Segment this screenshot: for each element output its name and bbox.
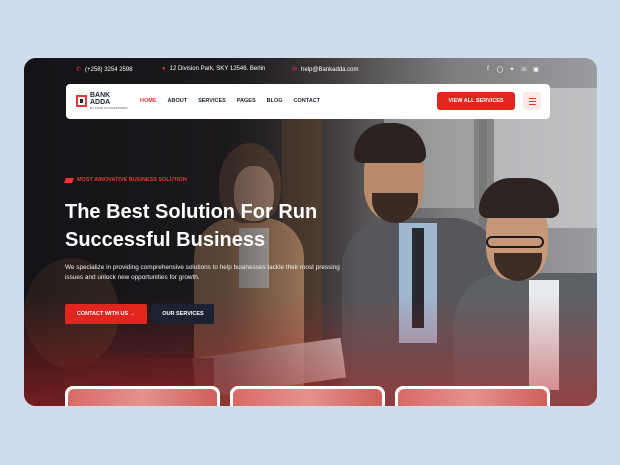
- nav-item-blog[interactable]: BLOG: [267, 98, 283, 104]
- email-info[interactable]: ✉ help@Bankadda.com: [292, 66, 359, 74]
- service-card[interactable]: [395, 386, 550, 406]
- hamburger-menu-button[interactable]: [523, 92, 541, 110]
- address-info: ● 12 Division Park, SKY 12546. Berlin: [162, 66, 265, 72]
- hamburger-line-icon: [528, 103, 536, 105]
- phone-text: (+258) 3254 2598: [85, 66, 133, 73]
- linkedin-icon[interactable]: ▣: [533, 66, 539, 73]
- nav-item-home[interactable]: HOME: [140, 98, 157, 104]
- logo-mark-icon: [76, 95, 87, 107]
- hero-eyebrow: MOST INNOVATIVE BUSINESS SOLUTION: [64, 177, 187, 183]
- phone-info[interactable]: ✆ (+258) 3254 2598: [76, 66, 133, 74]
- email-text: help@Bankadda.com: [301, 66, 359, 73]
- hero-description: We specialize in providing comprehensive…: [65, 264, 340, 281]
- instagram-icon[interactable]: ◯: [497, 66, 504, 73]
- nav-item-contact[interactable]: CONTACT: [294, 98, 320, 104]
- logo-line2: ADDA: [90, 99, 111, 106]
- whatsapp-icon[interactable]: ☏: [520, 66, 528, 73]
- phone-icon: ✆: [76, 67, 82, 73]
- our-services-button[interactable]: OUR SERVICES: [152, 304, 214, 324]
- service-card[interactable]: [65, 386, 220, 406]
- nav-item-about[interactable]: ABOUT: [168, 98, 188, 104]
- social-links: f ◯ ✦ ☏ ▣: [485, 66, 539, 73]
- eyebrow-mark-icon: [64, 177, 74, 183]
- hamburger-line-icon: [528, 100, 536, 102]
- main-navbar: BANK ADDA BY LOAN TO INVESTMENT HOME ABO…: [66, 84, 550, 119]
- address-text: 12 Division Park, SKY 12546. Berlin: [169, 66, 266, 72]
- location-pin-icon: ●: [162, 66, 166, 72]
- logo-line1: BANK: [90, 92, 111, 99]
- service-card-image: [233, 389, 382, 406]
- logo-tagline: BY LOAN TO INVESTMENT: [90, 106, 129, 110]
- person-man2-glasses: [486, 236, 544, 248]
- logo[interactable]: BANK ADDA BY LOAN TO INVESTMENT: [76, 92, 128, 110]
- service-card-image: [68, 389, 217, 406]
- nav-item-pages[interactable]: PAGES: [237, 98, 256, 104]
- mail-icon: ✉: [292, 67, 298, 73]
- view-all-services-button[interactable]: VIEW ALL SERVICES: [437, 92, 515, 110]
- website-preview: ✆ (+258) 3254 2598 ● 12 Division Park, S…: [24, 58, 597, 406]
- hamburger-line-icon: [528, 97, 536, 99]
- eyebrow-text: MOST INNOVATIVE BUSINESS SOLUTION: [77, 177, 187, 183]
- nav-item-services[interactable]: SERVICES: [198, 98, 226, 104]
- twitter-icon[interactable]: ✦: [509, 66, 515, 73]
- nav-menu: HOME ABOUT SERVICES PAGES BLOG CONTACT: [140, 98, 320, 104]
- service-card-image: [398, 389, 547, 406]
- service-card[interactable]: [230, 386, 385, 406]
- contact-button[interactable]: CONTACT WITH US →: [65, 304, 147, 324]
- contact-bar: ✆ (+258) 3254 2598 ● 12 Division Park, S…: [24, 58, 597, 80]
- hero-headline: The Best Solution For Run Successful Bus…: [65, 201, 318, 251]
- facebook-icon[interactable]: f: [485, 66, 491, 72]
